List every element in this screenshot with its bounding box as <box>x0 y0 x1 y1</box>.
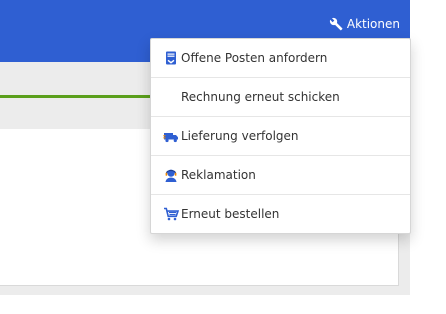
menu-item-erneut-bestellen[interactable]: Erneut bestellen <box>151 195 410 233</box>
menu-item-lieferung-verfolgen[interactable]: Lieferung verfolgen <box>151 117 410 156</box>
menu-item-label: Offene Posten anfordern <box>181 51 328 65</box>
delivery-truck-icon <box>163 128 179 144</box>
menu-item-rechnung-erneut[interactable]: Rechnung erneut schicken <box>151 78 410 117</box>
support-agent-icon <box>163 167 179 183</box>
menu-item-offene-posten[interactable]: Offene Posten anfordern <box>151 39 410 78</box>
progress-indicator <box>0 95 155 98</box>
actions-button[interactable]: Aktionen <box>329 13 400 35</box>
document-request-icon <box>163 50 179 66</box>
shopping-cart-icon <box>163 206 180 222</box>
wrench-icon <box>329 17 343 31</box>
no-icon-spacer <box>163 89 179 105</box>
menu-item-reklamation[interactable]: Reklamation <box>151 156 410 195</box>
menu-item-label: Erneut bestellen <box>181 207 280 221</box>
menu-item-label: Rechnung erneut schicken <box>181 90 340 104</box>
menu-item-label: Lieferung verfolgen <box>181 129 299 143</box>
actions-label: Aktionen <box>346 17 400 31</box>
actions-dropdown-menu: Offene Posten anfordern Rechnung erneut … <box>150 38 411 234</box>
menu-item-label: Reklamation <box>181 168 256 182</box>
